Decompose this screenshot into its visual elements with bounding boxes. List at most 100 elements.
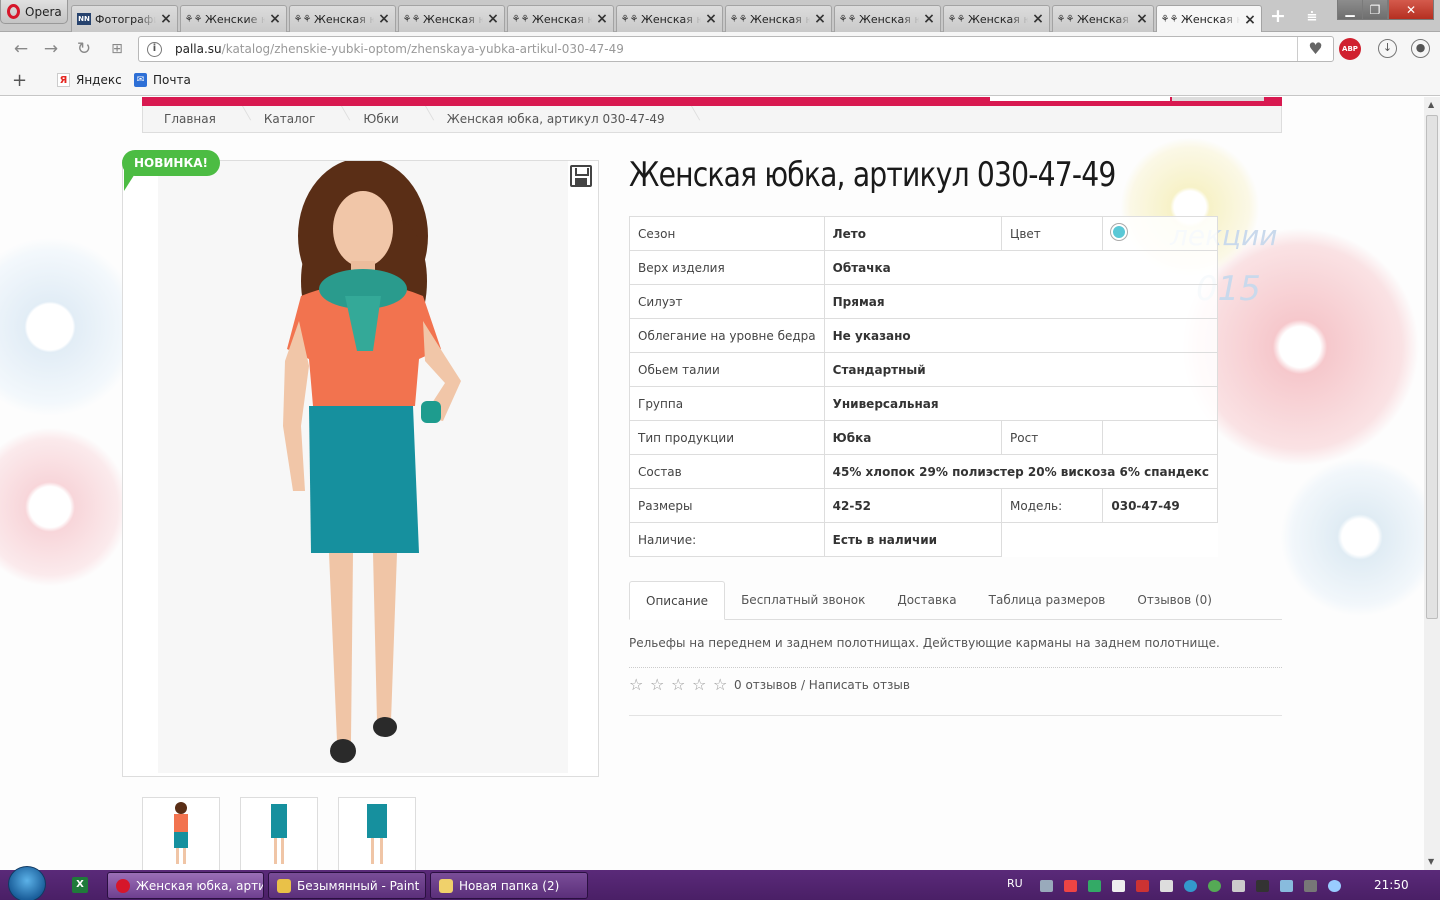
tab-description[interactable]: Описание xyxy=(629,581,726,620)
product-thumbnail[interactable] xyxy=(338,797,416,870)
browser-tab[interactable]: ⚘⚘Женская юбка × xyxy=(1156,5,1262,33)
tab-menu-icon[interactable]: ⩧ xyxy=(1300,7,1324,27)
tray-icon[interactable] xyxy=(1304,880,1317,892)
search-input[interactable] xyxy=(990,97,1170,101)
close-tab-icon[interactable]: × xyxy=(1244,12,1256,28)
breadcrumb-item[interactable]: Главная xyxy=(143,106,243,133)
tray-icon[interactable] xyxy=(1040,880,1053,892)
bookmark-mail[interactable]: ✉ Почта xyxy=(134,73,191,87)
clock[interactable]: 21:50 xyxy=(1374,878,1409,892)
browser-tab[interactable]: ⚘⚘Женская юбка × xyxy=(1052,5,1154,32)
scroll-up-icon[interactable]: ▲ xyxy=(1428,100,1434,109)
spec-label: Облегание на уровне бедра xyxy=(629,318,825,353)
language-indicator[interactable]: RU xyxy=(1007,877,1023,890)
tray-icon[interactable] xyxy=(1064,880,1077,892)
browser-tab-title: Женская юбка xyxy=(532,12,592,26)
close-window-button[interactable]: ✕ xyxy=(1388,0,1434,20)
download-icon[interactable]: ↓ xyxy=(1378,39,1397,58)
close-tab-icon[interactable]: × xyxy=(1136,11,1148,27)
taskbar-item-opera[interactable]: Женская юбка, артик... xyxy=(107,872,264,899)
vertical-scrollbar[interactable]: ▲ ▼ xyxy=(1424,97,1440,870)
tray-icon[interactable] xyxy=(1256,880,1269,892)
close-tab-icon[interactable]: × xyxy=(160,11,172,27)
breadcrumb-item[interactable]: Юбки xyxy=(342,106,425,133)
browser-tab[interactable]: ⚘⚘Женские юбки × xyxy=(180,5,287,32)
tray-icon[interactable] xyxy=(1136,880,1149,892)
scrollbar-thumb[interactable] xyxy=(1426,115,1438,619)
bookmark-yandex[interactable]: Я Яндекс xyxy=(57,73,122,87)
back-icon[interactable]: ← xyxy=(10,38,32,60)
maximize-button[interactable]: ❐ xyxy=(1362,0,1388,20)
spec-value xyxy=(1102,420,1218,455)
forward-icon[interactable]: → xyxy=(40,38,62,60)
close-tab-icon[interactable]: × xyxy=(378,11,390,27)
speed-dial-icon[interactable]: ⊞ xyxy=(106,38,128,60)
breadcrumb-item[interactable]: Каталог xyxy=(243,106,343,133)
opera-menu-button[interactable]: Opera xyxy=(0,0,68,24)
browser-tab[interactable]: ⚘⚘Женская юбка × xyxy=(834,5,941,32)
palla-logo-icon: ⚘⚘ xyxy=(511,13,530,25)
yandex-icon: Я xyxy=(57,73,70,87)
browser-tab[interactable]: ⚘⚘Женская юбка × xyxy=(398,5,505,32)
close-tab-icon[interactable]: × xyxy=(1032,11,1044,27)
tab-reviews[interactable]: Отзывов (0) xyxy=(1121,581,1228,620)
browser-tab[interactable]: ⚘⚘Женская юбка × xyxy=(289,5,396,32)
product-thumbnail[interactable] xyxy=(142,797,220,870)
browser-tab[interactable]: ⚘⚘Женская юбка × xyxy=(507,5,614,32)
breadcrumb-item[interactable]: Женская юбка, артикул 030-47-49 xyxy=(426,106,692,133)
palla-logo-icon: ⚘⚘ xyxy=(293,13,312,25)
network-icon[interactable] xyxy=(1160,880,1173,892)
reviews-link[interactable]: 0 отзывов / Написать отзыв xyxy=(734,678,910,692)
volume-icon[interactable] xyxy=(1232,880,1245,892)
save-icon[interactable] xyxy=(570,165,592,187)
tab-delivery[interactable]: Доставка xyxy=(881,581,972,620)
taskbar-item-folder[interactable]: Новая папка (2) xyxy=(430,872,588,899)
color-swatch[interactable] xyxy=(1111,224,1128,240)
spec-label: Рост xyxy=(1001,420,1104,455)
reload-icon[interactable]: ↻ xyxy=(73,38,95,60)
tray-icon[interactable] xyxy=(1280,880,1293,892)
scroll-down-icon[interactable]: ▼ xyxy=(1428,857,1434,866)
adblock-icon[interactable]: ABP xyxy=(1339,38,1361,60)
shield-icon[interactable] xyxy=(1088,880,1101,892)
tray-icon[interactable] xyxy=(1184,880,1197,892)
search-button[interactable] xyxy=(1172,97,1264,101)
site-info-icon[interactable]: i xyxy=(147,42,162,57)
taskbar-item-label: Новая папка (2) xyxy=(459,878,560,893)
product-image[interactable] xyxy=(122,158,599,777)
spec-value: 42-52 xyxy=(823,488,1003,523)
browser-tab[interactable]: ⚘⚘Женская юбка × xyxy=(725,5,832,32)
spec-value: Универсальная xyxy=(823,386,1218,421)
taskbar-item-paint[interactable]: Безымянный - Paint xyxy=(268,872,426,899)
opera-icon xyxy=(116,878,130,893)
palla-logo-icon: ⚘⚘ xyxy=(838,13,857,25)
browser-tab[interactable]: ⚘⚘Женская юбка × xyxy=(616,5,723,32)
close-tab-icon[interactable]: × xyxy=(923,11,935,27)
user-icon[interactable]: ● xyxy=(1411,39,1430,58)
star-icon: ☆ xyxy=(629,675,644,694)
start-button[interactable] xyxy=(8,866,46,900)
address-bar[interactable]: i palla.su/katalog/zhenskie-yubki-optom/… xyxy=(138,36,1334,62)
tab-free-call[interactable]: Бесплатный звонок xyxy=(725,581,881,620)
opera-menu-label: Opera xyxy=(25,4,62,19)
product-thumbnail[interactable] xyxy=(240,797,318,870)
tray-icon[interactable] xyxy=(1208,880,1221,892)
browser-tab[interactable]: NN Фотография × xyxy=(71,5,178,32)
url-text[interactable]: palla.su/katalog/zhenskie-yubki-optom/zh… xyxy=(175,42,624,56)
tray-icon[interactable] xyxy=(1112,880,1125,892)
new-tab-button[interactable]: + xyxy=(1266,7,1290,27)
taskbar-item-label: Женская юбка, артик... xyxy=(136,878,264,893)
close-tab-icon[interactable]: × xyxy=(487,11,499,27)
add-bookmark-icon[interactable]: + xyxy=(12,70,27,91)
close-tab-icon[interactable]: × xyxy=(814,11,826,27)
close-tab-icon[interactable]: × xyxy=(705,11,717,27)
excel-icon[interactable]: X xyxy=(72,877,88,893)
close-tab-icon[interactable]: × xyxy=(269,11,281,27)
close-tab-icon[interactable]: × xyxy=(596,11,608,27)
tray-icon[interactable] xyxy=(1328,880,1341,892)
browser-tab[interactable]: ⚘⚘Женская юбка × xyxy=(943,5,1050,32)
url-path: /katalog/zhenskie-yubki-optom/zhenskaya-… xyxy=(221,42,624,56)
minimize-button[interactable]: ▁ xyxy=(1337,0,1363,20)
heart-icon[interactable]: ♥ xyxy=(1297,37,1333,61)
tab-size-chart[interactable]: Таблица размеров xyxy=(973,581,1122,620)
